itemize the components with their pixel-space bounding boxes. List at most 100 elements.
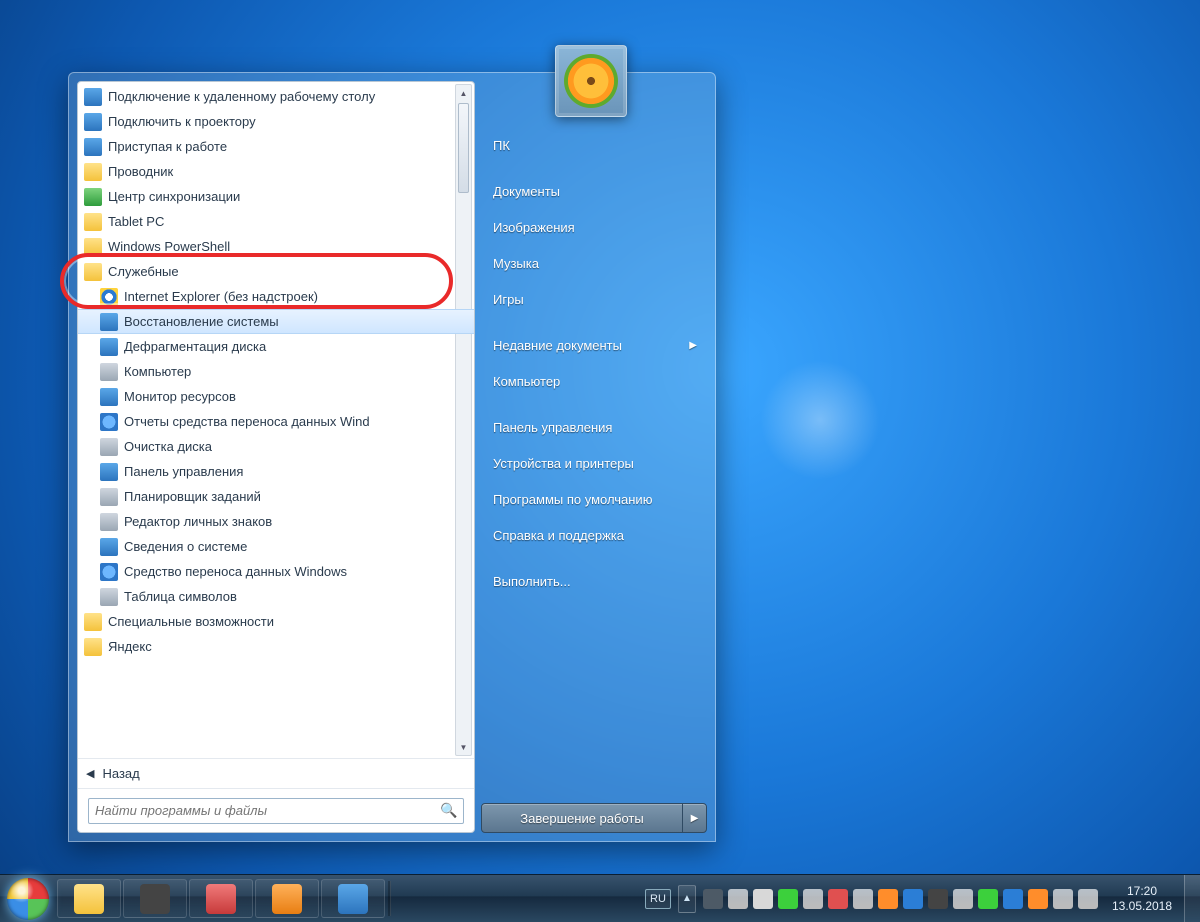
places-item[interactable]: Музыка xyxy=(481,245,707,281)
places-item[interactable]: Документы xyxy=(481,173,707,209)
user-picture-frame[interactable] xyxy=(555,45,627,117)
start-menu: ▲ ▼ Подключение к удаленному рабочему ст… xyxy=(68,72,716,842)
places-item[interactable]: Программы по умолчанию xyxy=(481,481,707,517)
clock-date: 13.05.2018 xyxy=(1112,899,1172,914)
places-item[interactable]: Выполнить... xyxy=(481,563,707,599)
clock-time: 17:20 xyxy=(1127,884,1157,899)
clock[interactable]: 17:20 13.05.2018 xyxy=(1100,875,1184,922)
program-label: Windows PowerShell xyxy=(108,239,230,254)
tray-icon[interactable] xyxy=(728,889,748,909)
program-icon xyxy=(100,313,118,331)
program-item[interactable]: Монитор ресурсов xyxy=(78,384,474,409)
taskbar-button-explorer[interactable] xyxy=(57,879,121,918)
places-item[interactable]: Справка и поддержка xyxy=(481,517,707,553)
program-item[interactable]: Центр синхронизации xyxy=(78,184,474,209)
program-label: Tablet PC xyxy=(108,214,164,229)
program-item[interactable]: Отчеты средства переноса данных Wind xyxy=(78,409,474,434)
shutdown-button[interactable]: Завершение работы ▶ xyxy=(481,803,707,833)
program-label: Планировщик заданий xyxy=(124,489,261,504)
program-item[interactable]: Очистка диска xyxy=(78,434,474,459)
tray-icon[interactable] xyxy=(928,889,948,909)
windows-logo-icon xyxy=(7,878,49,920)
tray-icon[interactable] xyxy=(828,889,848,909)
program-label: Яндекс xyxy=(108,639,152,654)
program-item[interactable]: Дефрагментация диска xyxy=(78,334,474,359)
shutdown-options-arrow-icon[interactable]: ▶ xyxy=(682,804,706,832)
program-label: Internet Explorer (без надстроек) xyxy=(124,289,318,304)
program-label: Панель управления xyxy=(124,464,243,479)
program-item[interactable]: Восстановление системы xyxy=(78,309,474,334)
flower-avatar-icon xyxy=(564,54,618,108)
places-label: Справка и поддержка xyxy=(493,528,624,543)
program-label: Дефрагментация диска xyxy=(124,339,266,354)
tray-icon[interactable] xyxy=(1028,889,1048,909)
tray-icon[interactable] xyxy=(803,889,823,909)
start-orb[interactable] xyxy=(0,875,56,922)
show-desktop-button[interactable] xyxy=(1184,875,1200,922)
tray-icon[interactable] xyxy=(978,889,998,909)
tray-icon[interactable] xyxy=(878,889,898,909)
scroll-down-icon[interactable]: ▼ xyxy=(456,739,471,755)
tray-icon[interactable] xyxy=(953,889,973,909)
program-item[interactable]: Таблица символов xyxy=(78,584,474,609)
places-item[interactable]: Игры xyxy=(481,281,707,317)
taskbar-button-skype[interactable] xyxy=(321,879,385,918)
program-item[interactable]: Служебные xyxy=(78,259,474,284)
tray-icon[interactable] xyxy=(1053,889,1073,909)
places-label: ПК xyxy=(493,138,510,153)
program-label: Приступая к работе xyxy=(108,139,227,154)
program-item[interactable]: Компьютер xyxy=(78,359,474,384)
back-label: Назад xyxy=(102,766,139,781)
back-button[interactable]: ◀ Назад xyxy=(78,758,474,788)
pinned-apps xyxy=(56,875,386,922)
taskbar-button-panda[interactable] xyxy=(123,879,187,918)
tray-icon[interactable] xyxy=(853,889,873,909)
places-item[interactable]: Устройства и принтеры xyxy=(481,445,707,481)
program-item[interactable]: Tablet PC xyxy=(78,209,474,234)
language-indicator[interactable]: RU xyxy=(645,889,671,909)
search-input[interactable] xyxy=(95,803,441,818)
places-item[interactable]: Панель управления xyxy=(481,409,707,445)
program-icon xyxy=(84,613,102,631)
places-spacer xyxy=(481,399,707,409)
program-item[interactable]: Проводник xyxy=(78,159,474,184)
program-item[interactable]: Подключение к удаленному рабочему столу xyxy=(78,84,474,109)
tray-icon[interactable] xyxy=(1003,889,1023,909)
tray-icon[interactable] xyxy=(903,889,923,909)
programs-list: ▲ ▼ Подключение к удаленному рабочему ст… xyxy=(78,82,474,758)
program-item[interactable]: Редактор личных знаков xyxy=(78,509,474,534)
desktop: ▲ ▼ Подключение к удаленному рабочему ст… xyxy=(0,0,1200,922)
program-item[interactable]: Планировщик заданий xyxy=(78,484,474,509)
program-item[interactable]: Windows PowerShell xyxy=(78,234,474,259)
program-item[interactable]: Internet Explorer (без надстроек) xyxy=(78,284,474,309)
program-item[interactable]: Панель управления xyxy=(78,459,474,484)
tray-icon[interactable] xyxy=(778,889,798,909)
places-item[interactable]: ПК xyxy=(481,127,707,163)
program-item[interactable]: Средство переноса данных Windows xyxy=(78,559,474,584)
places-item[interactable]: Недавние документы▶ xyxy=(481,327,707,363)
places-label: Документы xyxy=(493,184,560,199)
program-label: Редактор личных знаков xyxy=(124,514,272,529)
program-icon xyxy=(84,88,102,106)
program-icon xyxy=(100,288,118,306)
explorer-icon xyxy=(74,884,104,914)
start-menu-programs-panel: ▲ ▼ Подключение к удаленному рабочему ст… xyxy=(77,81,475,833)
places-item[interactable]: Компьютер xyxy=(481,363,707,399)
tray-icon[interactable] xyxy=(703,889,723,909)
taskbar-button-opera[interactable] xyxy=(189,879,253,918)
program-item[interactable]: Яндекс xyxy=(78,634,474,659)
program-item[interactable]: Подключить к проектору xyxy=(78,109,474,134)
program-icon xyxy=(100,338,118,356)
places-item[interactable]: Изображения xyxy=(481,209,707,245)
search-row: 🔍 xyxy=(78,788,474,832)
search-box[interactable]: 🔍 xyxy=(88,798,464,824)
tray-icon[interactable] xyxy=(753,889,773,909)
taskbar-button-firefox[interactable] xyxy=(255,879,319,918)
program-icon xyxy=(84,163,102,181)
program-label: Специальные возможности xyxy=(108,614,274,629)
tray-overflow-button[interactable]: ▲ xyxy=(678,885,696,913)
program-item[interactable]: Сведения о системе xyxy=(78,534,474,559)
tray-icon[interactable] xyxy=(1078,889,1098,909)
program-item[interactable]: Специальные возможности xyxy=(78,609,474,634)
program-item[interactable]: Приступая к работе xyxy=(78,134,474,159)
